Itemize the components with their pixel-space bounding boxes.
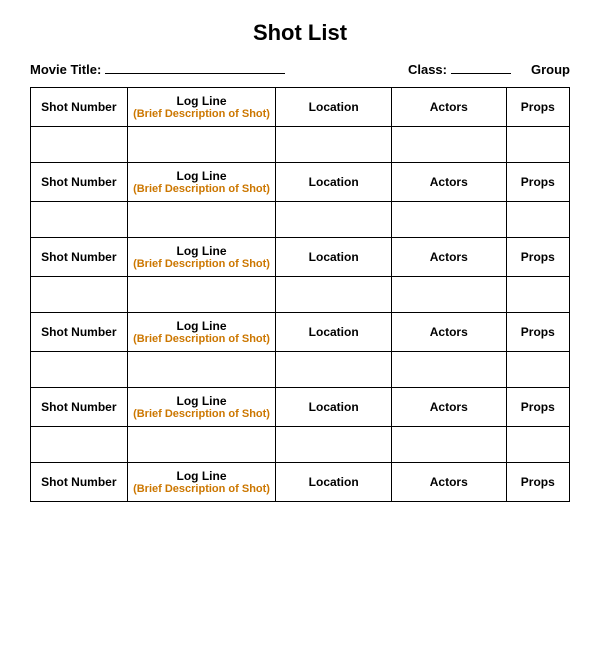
col-header-location-1: Location [276, 88, 392, 127]
col-header-location-2: Location [276, 163, 392, 202]
col-header-shot-number-6: Shot Number [31, 463, 128, 502]
cell-location-5 [276, 427, 392, 463]
col-header-location-4: Location [276, 313, 392, 352]
col-header-location-6: Location [276, 463, 392, 502]
cell-log-4 [127, 352, 276, 388]
table-header-row-3: Shot Number Log Line (Brief Description … [31, 238, 570, 277]
col-header-shot-number-2: Shot Number [31, 163, 128, 202]
movie-title-label: Movie Title: [30, 62, 101, 77]
table-header-row-4: Shot Number Log Line (Brief Description … [31, 313, 570, 352]
table-header-row-2: Shot Number Log Line (Brief Description … [31, 163, 570, 202]
col-header-location-5: Location [276, 388, 392, 427]
movie-title-underline [105, 60, 285, 74]
col-header-actors-2: Actors [391, 163, 506, 202]
table-row [31, 277, 570, 313]
cell-location-2 [276, 202, 392, 238]
cell-actors-1 [391, 127, 506, 163]
cell-log-5 [127, 427, 276, 463]
cell-log-3 [127, 277, 276, 313]
col-header-log-line-1: Log Line (Brief Description of Shot) [127, 88, 276, 127]
table-header-row-5: Shot Number Log Line (Brief Description … [31, 388, 570, 427]
col-header-shot-number-5: Shot Number [31, 388, 128, 427]
col-header-actors-1: Actors [391, 88, 506, 127]
meta-row: Movie Title: Class: Group [30, 60, 570, 77]
cell-shot-2 [31, 202, 128, 238]
col-header-location-3: Location [276, 238, 392, 277]
cell-location-4 [276, 352, 392, 388]
cell-actors-5 [391, 427, 506, 463]
col-header-actors-5: Actors [391, 388, 506, 427]
cell-shot-4 [31, 352, 128, 388]
cell-shot-1 [31, 127, 128, 163]
table-row [31, 202, 570, 238]
cell-location-3 [276, 277, 392, 313]
col-header-props-4: Props [506, 313, 569, 352]
col-header-props-1: Props [506, 88, 569, 127]
table-row [31, 127, 570, 163]
cell-log-1 [127, 127, 276, 163]
col-header-props-6: Props [506, 463, 569, 502]
cell-shot-3 [31, 277, 128, 313]
page-title: Shot List [30, 20, 570, 46]
cell-props-2 [506, 202, 569, 238]
col-header-actors-3: Actors [391, 238, 506, 277]
cell-location-1 [276, 127, 392, 163]
col-header-shot-number-4: Shot Number [31, 313, 128, 352]
shot-list-table: Shot Number Log Line (Brief Description … [30, 87, 570, 502]
cell-shot-5 [31, 427, 128, 463]
table-row [31, 352, 570, 388]
class-label: Class: [408, 62, 447, 77]
cell-actors-4 [391, 352, 506, 388]
col-header-props-3: Props [506, 238, 569, 277]
cell-props-5 [506, 427, 569, 463]
cell-props-3 [506, 277, 569, 313]
group-label: Group [531, 62, 570, 77]
col-header-log-line-5: Log Line (Brief Description of Shot) [127, 388, 276, 427]
col-header-shot-number-1: Shot Number [31, 88, 128, 127]
cell-log-2 [127, 202, 276, 238]
table-header-row-1: Shot Number Log Line (Brief Description … [31, 88, 570, 127]
col-header-log-line-6: Log Line (Brief Description of Shot) [127, 463, 276, 502]
col-header-log-line-2: Log Line (Brief Description of Shot) [127, 163, 276, 202]
col-header-log-line-3: Log Line (Brief Description of Shot) [127, 238, 276, 277]
class-underline [451, 60, 511, 74]
col-header-props-2: Props [506, 163, 569, 202]
col-header-shot-number-3: Shot Number [31, 238, 128, 277]
cell-actors-3 [391, 277, 506, 313]
col-header-actors-6: Actors [391, 463, 506, 502]
table-header-row-6: Shot Number Log Line (Brief Description … [31, 463, 570, 502]
col-header-log-line-4: Log Line (Brief Description of Shot) [127, 313, 276, 352]
table-row [31, 427, 570, 463]
col-header-actors-4: Actors [391, 313, 506, 352]
cell-props-4 [506, 352, 569, 388]
cell-props-1 [506, 127, 569, 163]
col-header-props-5: Props [506, 388, 569, 427]
cell-actors-2 [391, 202, 506, 238]
